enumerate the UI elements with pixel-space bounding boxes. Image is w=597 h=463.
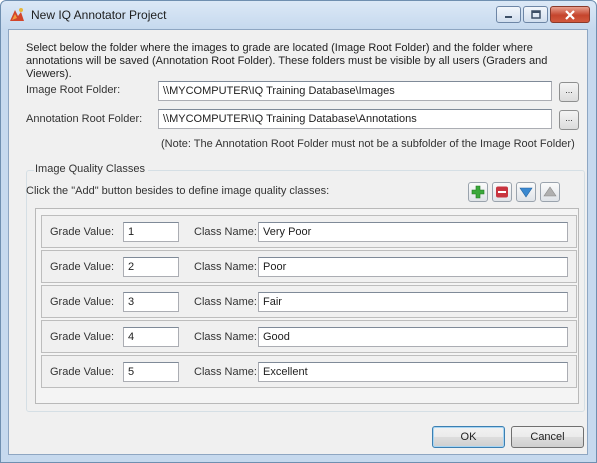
close-button[interactable] bbox=[550, 6, 590, 23]
maximize-icon bbox=[530, 10, 541, 19]
annotation-root-field[interactable]: \\MYCOMPUTER\IQ Training Database\Annota… bbox=[158, 109, 552, 129]
annotation-root-browse-button[interactable]: ... bbox=[559, 110, 579, 130]
move-down-button[interactable] bbox=[516, 182, 536, 202]
close-icon bbox=[565, 9, 575, 20]
class-name-label: Class Name: bbox=[194, 331, 257, 343]
grade-value-label: Grade Value: bbox=[50, 331, 115, 343]
move-up-button[interactable] bbox=[540, 182, 560, 202]
move-down-icon bbox=[519, 187, 533, 198]
grade-value-label: Grade Value: bbox=[50, 296, 115, 308]
grade-value-field[interactable]: 1 bbox=[123, 222, 179, 242]
class-name-field[interactable]: Fair bbox=[258, 292, 568, 312]
classes-list[interactable]: Grade Value: 1 Class Name: Very Poor Gra… bbox=[35, 208, 579, 404]
window-title: New IQ Annotator Project bbox=[31, 8, 167, 22]
class-name-field[interactable]: Excellent bbox=[258, 362, 568, 382]
grade-value-field[interactable]: 4 bbox=[123, 327, 179, 347]
grade-value-label: Grade Value: bbox=[50, 366, 115, 378]
class-name-field[interactable]: Good bbox=[258, 327, 568, 347]
remove-class-button[interactable] bbox=[492, 182, 512, 202]
cancel-button[interactable]: Cancel bbox=[511, 426, 584, 448]
class-name-label: Class Name: bbox=[194, 296, 257, 308]
class-row: Grade Value: 2 Class Name: Poor bbox=[41, 250, 577, 283]
image-root-field[interactable]: \\MYCOMPUTER\IQ Training Database\Images bbox=[158, 81, 552, 101]
minimize-button[interactable] bbox=[496, 6, 521, 23]
class-row: Grade Value: 4 Class Name: Good bbox=[41, 320, 577, 353]
annotation-root-label: Annotation Root Folder: bbox=[26, 113, 143, 125]
move-up-icon bbox=[543, 186, 557, 197]
grade-value-field[interactable]: 2 bbox=[123, 257, 179, 277]
remove-icon bbox=[496, 186, 508, 198]
grade-value-field[interactable]: 5 bbox=[123, 362, 179, 382]
class-name-field[interactable]: Poor bbox=[258, 257, 568, 277]
add-icon bbox=[471, 185, 485, 199]
image-root-browse-button[interactable]: ... bbox=[559, 82, 579, 102]
class-row: Grade Value: 3 Class Name: Fair bbox=[41, 285, 577, 318]
class-name-field[interactable]: Very Poor bbox=[258, 222, 568, 242]
maximize-button[interactable] bbox=[523, 6, 548, 23]
grade-value-label: Grade Value: bbox=[50, 261, 115, 273]
grade-value-label: Grade Value: bbox=[50, 226, 115, 238]
group-title: Image Quality Classes bbox=[34, 163, 149, 175]
instructions-text: Select below the folder where the images… bbox=[26, 42, 548, 80]
class-row: Grade Value: 5 Class Name: Excellent bbox=[41, 355, 577, 388]
class-name-label: Class Name: bbox=[194, 366, 257, 378]
class-row: Grade Value: 1 Class Name: Very Poor bbox=[41, 215, 577, 248]
dialog-window: New IQ Annotator Project Select below th… bbox=[0, 0, 597, 463]
note-text: (Note: The Annotation Root Folder must n… bbox=[161, 138, 575, 150]
minimize-icon bbox=[505, 16, 512, 18]
ok-button[interactable]: OK bbox=[432, 426, 505, 448]
classes-instruction: Click the "Add" button besides to define… bbox=[26, 185, 330, 197]
title-bar[interactable]: New IQ Annotator Project bbox=[1, 1, 596, 29]
class-name-label: Class Name: bbox=[194, 261, 257, 273]
class-name-label: Class Name: bbox=[194, 226, 257, 238]
image-root-label: Image Root Folder: bbox=[26, 84, 121, 96]
grade-value-field[interactable]: 3 bbox=[123, 292, 179, 312]
app-icon bbox=[10, 8, 24, 21]
add-class-button[interactable] bbox=[468, 182, 488, 202]
